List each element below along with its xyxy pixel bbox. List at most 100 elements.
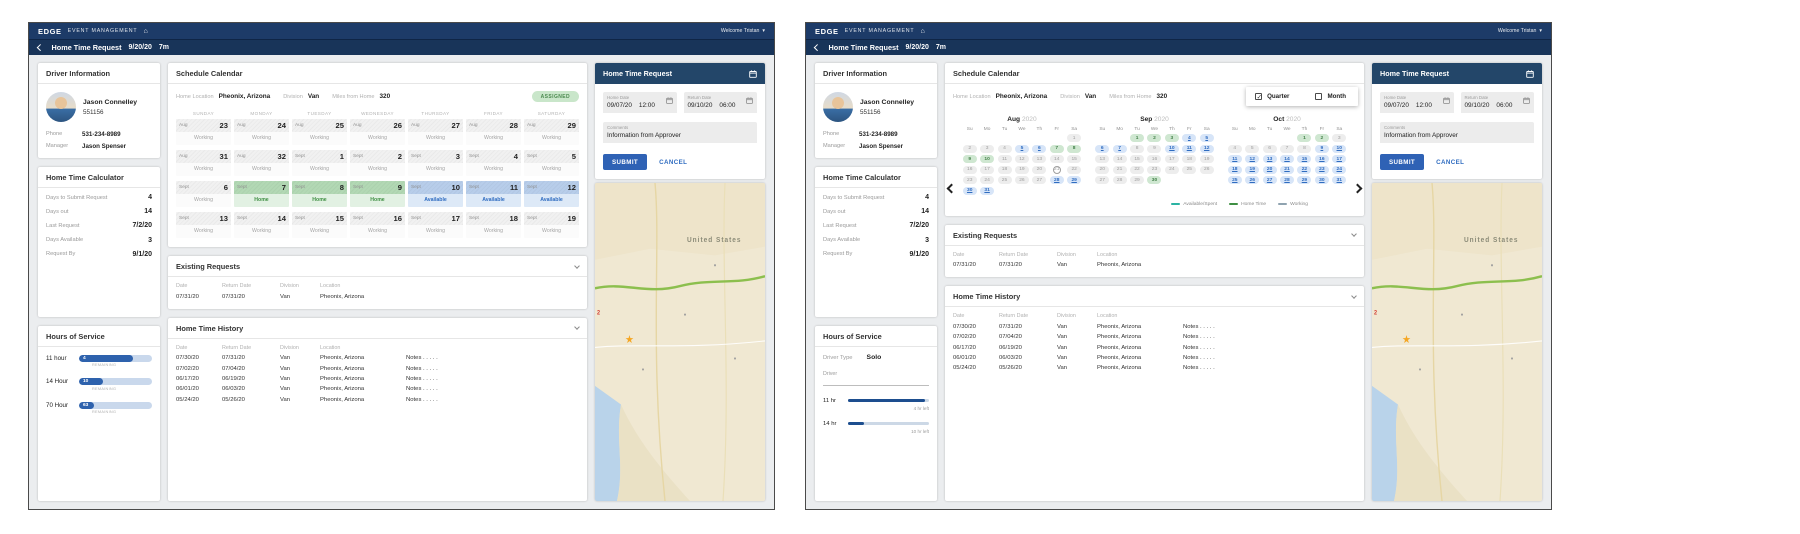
mini-day[interactable]: 26 (1015, 176, 1029, 184)
mini-day[interactable]: 12 (1245, 155, 1259, 163)
mini-day[interactable]: 12 (1200, 145, 1214, 153)
mini-day[interactable]: 23 (1315, 166, 1329, 174)
calendar-day-cell[interactable]: Sept 7 Home (234, 181, 289, 207)
calendar-icon[interactable] (746, 97, 753, 104)
cell-notes[interactable]: Notes . . . . . (406, 353, 579, 363)
table-row[interactable]: 07/31/20 07/31/20 Van Pheonix, Arizona (953, 260, 1356, 270)
mini-day[interactable]: 7 (1113, 145, 1127, 153)
mini-day[interactable]: 27 (1263, 176, 1277, 184)
collapse-chevron-icon[interactable] (1351, 293, 1357, 299)
table-row[interactable]: 06/17/20 06/19/20 Van Pheonix, Arizona N… (176, 374, 579, 384)
mini-day[interactable]: 24 (1332, 166, 1346, 174)
mini-day[interactable]: 23 (1147, 166, 1161, 174)
back-icon[interactable] (814, 44, 820, 50)
mini-day[interactable]: 1 (1297, 134, 1311, 142)
mini-day[interactable]: 10 (1165, 145, 1179, 153)
calendar-day-cell[interactable]: Aug 24 Working (234, 119, 289, 145)
calendar-icon[interactable] (1443, 97, 1450, 104)
comments-field[interactable]: Comments Information from Approver (1380, 122, 1534, 143)
mini-day[interactable]: 28 (1280, 176, 1294, 184)
mini-day[interactable]: 28 (1113, 176, 1127, 184)
mini-day[interactable]: 26 (1200, 166, 1214, 174)
home-date-field[interactable]: Home Date 09/07/2012:00 (603, 92, 677, 113)
mini-day[interactable]: 2 (963, 145, 977, 153)
cell-notes[interactable]: Notes . . . . . (1183, 353, 1356, 363)
calendar-day-cell[interactable]: Sept 6 Working (176, 181, 231, 207)
mini-day[interactable]: 22 (1297, 166, 1311, 174)
calendar-icon[interactable] (749, 70, 757, 78)
calendar-day-cell[interactable]: Sept 9 Home (350, 181, 405, 207)
mini-day[interactable]: 29 (1067, 176, 1081, 184)
next-months-arrow[interactable] (1353, 184, 1363, 194)
checkbox-icon[interactable] (1315, 93, 1322, 100)
mini-day[interactable]: 30 (963, 187, 977, 195)
cell-notes[interactable]: Notes . . . . . (1183, 363, 1356, 373)
calendar-day-cell[interactable]: Aug 27 Working (408, 119, 463, 145)
user-menu[interactable]: Welcome Tristan ▾ (721, 28, 765, 34)
mini-day[interactable]: 8 (1067, 145, 1081, 153)
mini-day[interactable]: 27 (1095, 176, 1109, 184)
calendar-day-cell[interactable]: Sept 3 Working (408, 150, 463, 176)
calendar-day-cell[interactable]: Aug 31 Working (176, 150, 231, 176)
calendar-day-cell[interactable]: Sept 19 Working (524, 212, 579, 238)
mini-day[interactable]: 16 (963, 166, 977, 174)
calendar-day-cell[interactable]: Sept 14 Working (234, 212, 289, 238)
cell-notes[interactable]: Notes . . . . . (406, 364, 579, 374)
mini-day[interactable]: 22 (1067, 166, 1081, 174)
mini-day[interactable]: 14 (1050, 155, 1064, 163)
cancel-button[interactable]: CANCEL (659, 159, 687, 166)
checkbox-icon[interactable] (1255, 93, 1262, 100)
calendar-day-cell[interactable]: Sept 10 Available (408, 181, 463, 207)
table-row[interactable]: 07/02/20 07/04/20 Van Pheonix, Arizona N… (953, 332, 1356, 342)
home-icon[interactable]: ⌂ (920, 28, 924, 35)
mini-day[interactable]: 20 (1263, 166, 1277, 174)
mini-day[interactable]: 19 (1200, 155, 1214, 163)
map[interactable]: United States ★ 2 (1372, 183, 1542, 501)
mini-day[interactable]: 15 (1297, 155, 1311, 163)
home-date-field[interactable]: Home Date 09/07/2012:00 (1380, 92, 1454, 113)
mini-day[interactable]: 24 (1165, 166, 1179, 174)
mini-day[interactable]: 8 (1297, 145, 1311, 153)
mini-day[interactable]: 21 (1053, 166, 1061, 174)
return-date-field[interactable]: Return Date 09/10/2006:00 (1461, 92, 1535, 113)
calendar-day-cell[interactable]: Sept 13 Working (176, 212, 231, 238)
previous-months-arrow[interactable] (947, 184, 957, 194)
mini-day[interactable]: 2 (1147, 134, 1161, 142)
mini-day[interactable]: 20 (1032, 166, 1046, 174)
mini-day[interactable]: 16 (1147, 155, 1161, 163)
map-star-marker[interactable]: ★ (625, 335, 634, 346)
mini-day[interactable]: 9 (963, 155, 977, 163)
mini-day[interactable]: 14 (1280, 155, 1294, 163)
mini-day[interactable]: 1 (1130, 134, 1144, 142)
view-option[interactable]: Quarter (1255, 93, 1289, 100)
mini-day[interactable]: 11 (998, 155, 1012, 163)
cell-notes[interactable]: Notes . . . . . (1183, 342, 1356, 352)
collapse-chevron-icon[interactable] (574, 263, 580, 269)
mini-day[interactable]: 9 (1315, 145, 1329, 153)
mini-day[interactable]: 12 (1015, 155, 1029, 163)
mini-day[interactable]: 8 (1130, 145, 1144, 153)
mini-day[interactable]: 10 (1332, 145, 1346, 153)
mini-day[interactable]: 2 (1315, 134, 1329, 142)
mini-day[interactable]: 17 (1165, 155, 1179, 163)
return-date-field[interactable]: Return Date 09/10/2006:00 (684, 92, 758, 113)
table-row[interactable]: 06/01/20 06/03/20 Van Pheonix, Arizona N… (176, 384, 579, 394)
mini-day[interactable]: 30 (1315, 176, 1329, 184)
calendar-day-cell[interactable]: Sept 1 Working (292, 150, 347, 176)
mini-day[interactable]: 31 (1332, 176, 1346, 184)
comments-field[interactable]: Comments Information from Approver (603, 122, 757, 143)
mini-day[interactable]: 27 (1032, 176, 1046, 184)
mini-day[interactable]: 25 (1228, 176, 1242, 184)
calendar-day-cell[interactable]: Aug 26 Working (350, 119, 405, 145)
mini-day[interactable]: 16 (1315, 155, 1329, 163)
mini-day[interactable]: 26 (1245, 176, 1259, 184)
calendar-day-cell[interactable]: Sept 12 Available (524, 181, 579, 207)
table-row[interactable]: 06/17/20 06/19/20 Van Pheonix, Arizona N… (953, 342, 1356, 352)
calendar-icon[interactable] (1526, 70, 1534, 78)
mini-day[interactable]: 5 (1015, 145, 1029, 153)
mini-day[interactable]: 25 (998, 176, 1012, 184)
calendar-day-cell[interactable]: Sept 11 Available (466, 181, 521, 207)
mini-day[interactable]: 17 (1332, 155, 1346, 163)
mini-day[interactable]: 7 (1280, 145, 1294, 153)
calendar-day-cell[interactable]: Sept 4 Working (466, 150, 521, 176)
